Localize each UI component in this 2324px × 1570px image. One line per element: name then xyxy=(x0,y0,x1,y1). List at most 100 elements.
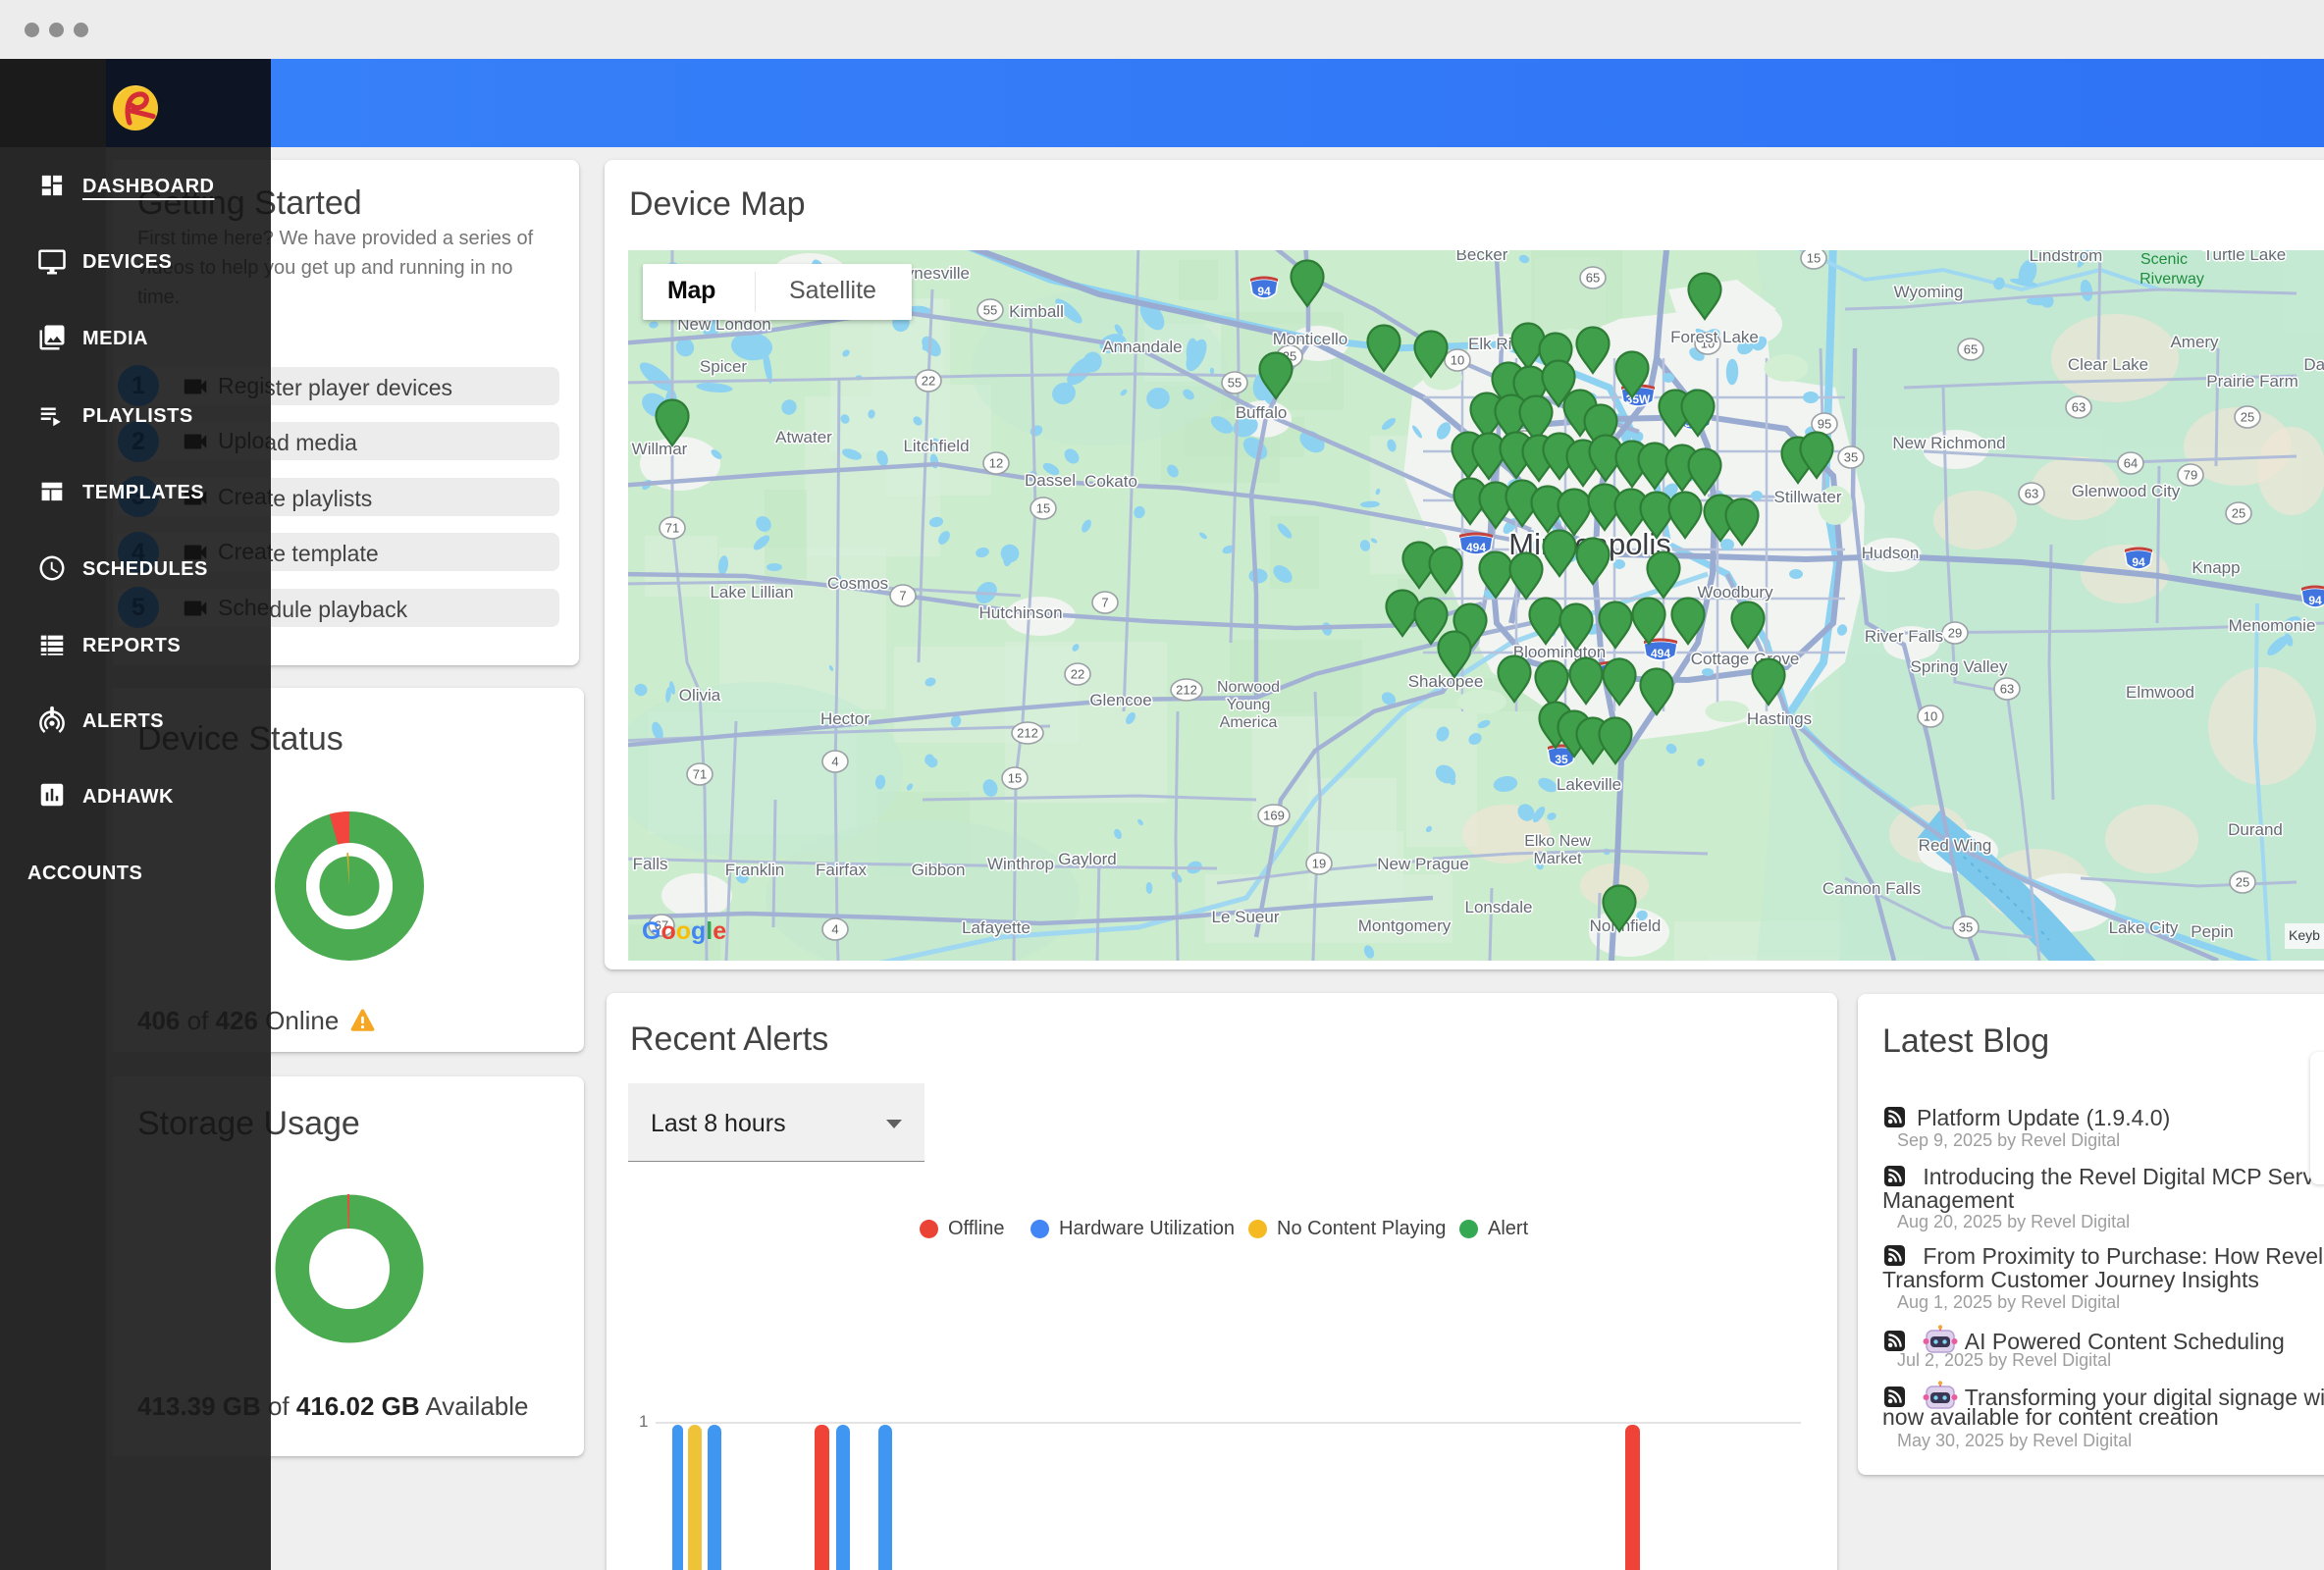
svg-text:Durand: Durand xyxy=(2228,820,2283,839)
svg-text:Franklin: Franklin xyxy=(725,861,784,879)
svg-text:Hudson: Hudson xyxy=(1862,544,1920,562)
svg-text:Menomonie: Menomonie xyxy=(2229,616,2316,635)
svg-text:Hastings: Hastings xyxy=(1747,709,1812,728)
svg-text:55: 55 xyxy=(983,303,997,318)
svg-text:Google: Google xyxy=(642,917,726,945)
svg-text:494: 494 xyxy=(1466,541,1486,554)
svg-text:Pepin: Pepin xyxy=(2191,922,2233,941)
svg-text:63: 63 xyxy=(2072,400,2086,415)
svg-text:94: 94 xyxy=(1257,285,1271,298)
svg-text:Willmar: Willmar xyxy=(632,440,688,458)
svg-text:12: 12 xyxy=(989,456,1003,471)
svg-text:Hutchinson: Hutchinson xyxy=(978,603,1062,622)
svg-text:Atwater: Atwater xyxy=(775,428,832,446)
svg-text:494: 494 xyxy=(1651,647,1670,660)
svg-text:35: 35 xyxy=(1844,450,1858,465)
svg-text:Glencoe: Glencoe xyxy=(1089,691,1151,709)
svg-text:Lake City: Lake City xyxy=(2109,918,2179,937)
svg-text:Spring Valley: Spring Valley xyxy=(1911,657,2008,676)
svg-text:7: 7 xyxy=(899,589,906,603)
svg-text:Knapp: Knapp xyxy=(2192,558,2240,577)
svg-text:Red Wing: Red Wing xyxy=(1919,836,1992,855)
svg-text:Buffalo: Buffalo xyxy=(1236,403,1288,422)
svg-text:Lindstrom: Lindstrom xyxy=(2030,250,2103,265)
svg-text:Olivia: Olivia xyxy=(679,686,721,705)
svg-text:10: 10 xyxy=(1451,353,1464,368)
svg-text:Keyb: Keyb xyxy=(2289,927,2320,943)
svg-text:Amery: Amery xyxy=(2170,333,2219,351)
svg-text:4: 4 xyxy=(831,755,838,769)
svg-text:Shakopee: Shakopee xyxy=(1408,672,1484,691)
svg-text:22: 22 xyxy=(1071,667,1084,682)
svg-text:169: 169 xyxy=(1263,809,1285,823)
svg-text:Litchfield: Litchfield xyxy=(903,437,969,455)
svg-text:35: 35 xyxy=(1555,753,1568,766)
svg-text:79: 79 xyxy=(2184,468,2197,483)
svg-text:Fairfax: Fairfax xyxy=(816,861,867,879)
svg-text:Norwood: Norwood xyxy=(1217,679,1280,696)
svg-text:19: 19 xyxy=(1312,857,1326,871)
svg-text:Market: Market xyxy=(1534,851,1582,867)
svg-text:Dassel: Dassel xyxy=(1025,471,1076,490)
svg-text:ood Falls: ood Falls xyxy=(628,855,667,873)
svg-text:212: 212 xyxy=(1176,683,1197,698)
svg-text:Stillwater: Stillwater xyxy=(1774,488,1842,506)
svg-text:25: 25 xyxy=(2232,506,2245,521)
svg-text:River Falls: River Falls xyxy=(1865,627,1943,646)
svg-text:New Prague: New Prague xyxy=(1377,855,1469,873)
svg-text:25: 25 xyxy=(2236,875,2249,890)
svg-text:Cottage Grove: Cottage Grove xyxy=(1691,650,1800,668)
svg-text:Kimball: Kimball xyxy=(1009,302,1064,321)
svg-text:Prairie Farm: Prairie Farm xyxy=(2206,372,2298,391)
svg-text:Clear Lake: Clear Lake xyxy=(2068,355,2148,374)
svg-text:Becker: Becker xyxy=(1456,250,1508,264)
svg-text:Hector: Hector xyxy=(820,709,870,728)
svg-text:63: 63 xyxy=(2025,487,2038,501)
svg-text:Turtle Lake: Turtle Lake xyxy=(2203,250,2286,264)
svg-text:7: 7 xyxy=(1101,596,1108,610)
svg-text:63: 63 xyxy=(2000,682,2014,697)
svg-text:Young: Young xyxy=(1227,697,1271,713)
svg-text:Winthrop: Winthrop xyxy=(987,855,1054,873)
svg-text:Annandale: Annandale xyxy=(1102,338,1182,356)
svg-text:Cosmos: Cosmos xyxy=(827,574,888,593)
svg-text:15: 15 xyxy=(1807,251,1821,266)
svg-text:Gibbon: Gibbon xyxy=(912,861,966,879)
svg-text:94: 94 xyxy=(2132,555,2145,569)
svg-text:Dall: Dall xyxy=(2303,355,2324,374)
svg-text:Scenic: Scenic xyxy=(2140,251,2188,268)
svg-text:New Richmond: New Richmond xyxy=(1892,434,2005,452)
svg-text:15: 15 xyxy=(1008,771,1022,786)
svg-text:Lake Lillian: Lake Lillian xyxy=(710,583,793,602)
svg-text:Woodbury: Woodbury xyxy=(1697,583,1773,602)
svg-text:Lafayette: Lafayette xyxy=(962,918,1030,937)
svg-text:Glenwood City: Glenwood City xyxy=(2072,482,2181,500)
svg-text:Forest Lake: Forest Lake xyxy=(1670,328,1759,346)
svg-text:Lakeville: Lakeville xyxy=(1557,775,1621,794)
svg-text:55: 55 xyxy=(1228,376,1241,391)
svg-text:Elko New: Elko New xyxy=(1524,833,1591,850)
svg-text:71: 71 xyxy=(693,767,707,782)
svg-text:Monticello: Monticello xyxy=(1273,330,1348,348)
svg-text:95: 95 xyxy=(1818,417,1831,432)
svg-text:212: 212 xyxy=(1017,726,1038,741)
svg-text:65: 65 xyxy=(1586,271,1600,286)
svg-text:25: 25 xyxy=(2241,410,2254,425)
svg-text:Elmwood: Elmwood xyxy=(2126,683,2194,702)
svg-text:22: 22 xyxy=(922,374,935,389)
svg-text:35: 35 xyxy=(1959,920,1973,935)
svg-text:Gaylord: Gaylord xyxy=(1058,850,1117,868)
svg-text:15: 15 xyxy=(1036,501,1050,516)
svg-text:America: America xyxy=(1220,714,1278,731)
svg-text:64: 64 xyxy=(2124,456,2138,471)
svg-text:Cokato: Cokato xyxy=(1084,472,1137,491)
svg-text:Cannon Falls: Cannon Falls xyxy=(1822,879,1921,898)
svg-text:Spicer: Spicer xyxy=(700,357,748,376)
svg-text:10: 10 xyxy=(1924,709,1937,724)
svg-text:94: 94 xyxy=(2308,594,2322,607)
svg-text:Lonsdale: Lonsdale xyxy=(1464,898,1532,916)
svg-text:Wyoming: Wyoming xyxy=(1894,283,1964,301)
svg-text:Le Sueur: Le Sueur xyxy=(1212,908,1280,926)
svg-text:Riverway: Riverway xyxy=(2139,271,2204,288)
svg-text:71: 71 xyxy=(665,521,679,536)
